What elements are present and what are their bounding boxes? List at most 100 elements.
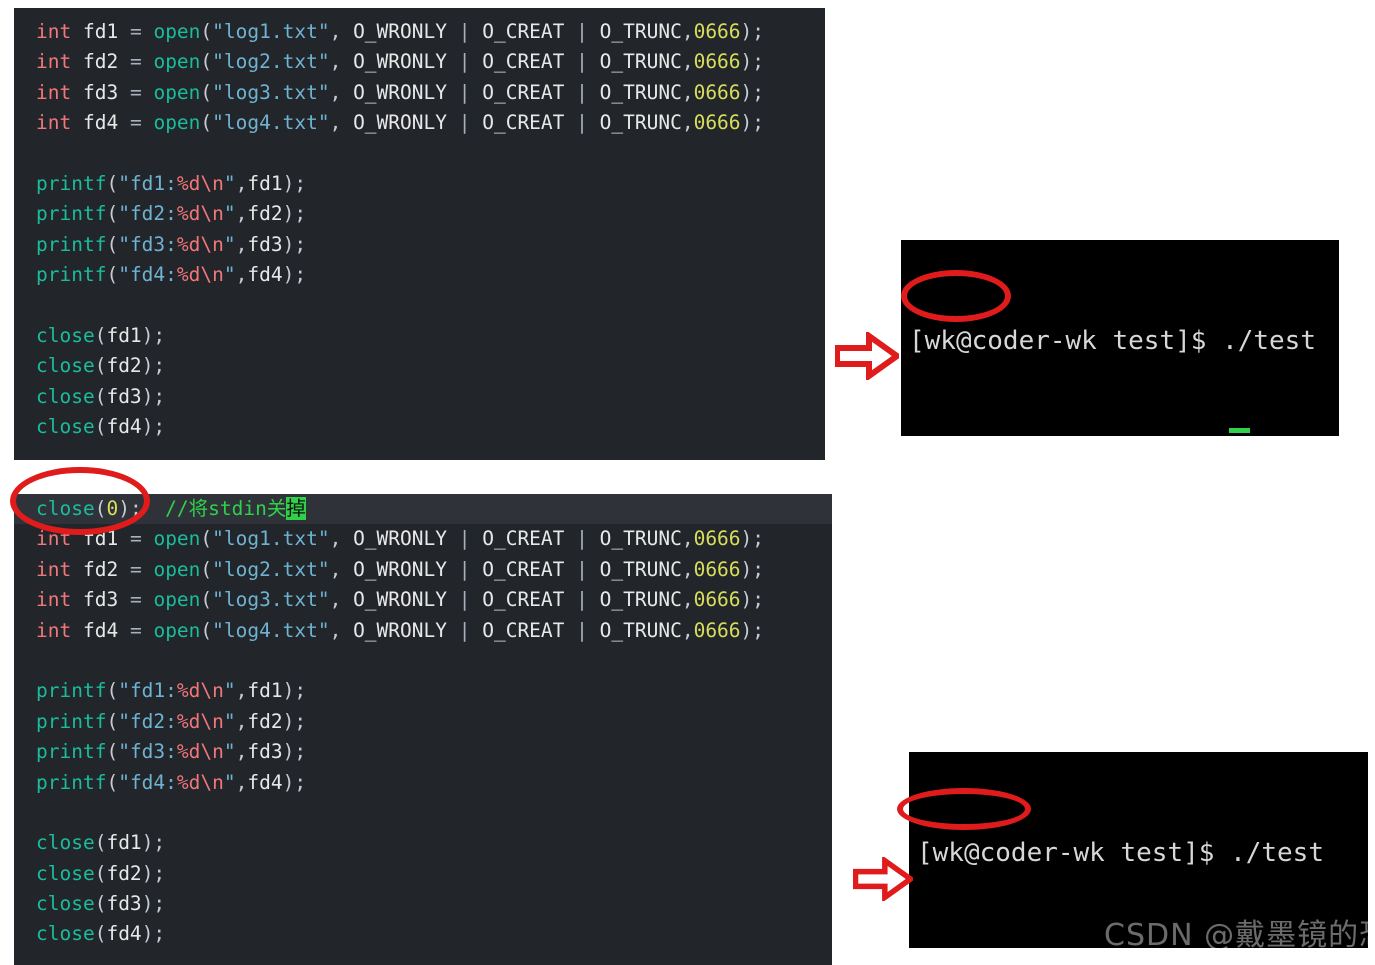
code-token-op: = [118,20,154,43]
code-token-punct: , [329,557,354,581]
code-token-macro: O_CREAT [482,527,565,551]
code-token-esc: %d [176,770,201,794]
code-line: printf("fd3:%d\n",fd3); [14,230,825,260]
code-token-esc: \n [200,770,224,794]
code-token-num: 0666 [693,588,741,612]
code-token-macro: O_TRUNC [599,111,682,135]
code-token-punct: ); [282,679,307,703]
code-token-fn: open [153,618,201,642]
code-editor-bottom[interactable]: close(0); //将stdin关掉 int fd1 = open("log1… [14,494,832,965]
code-token-str: "log2.txt" [212,557,330,581]
code-token-num: 0666 [693,557,741,581]
highlight-ellipse-fd1-3 [901,270,1011,322]
code-line: close(fd3); [14,889,832,919]
code-line: close(fd4); [14,919,832,949]
code-token-macro: O_TRUNC [599,80,682,104]
code-token-macro: O_CREAT [482,588,565,612]
code-token-fn: close [36,415,95,439]
terminal-prompt-line: [wk@coder-wk test]$ ./test [917,838,1324,868]
code-token-fn: printf [36,171,107,195]
code-token-punct: , [329,527,354,551]
code-token-kw: int [36,111,72,135]
code-line: int fd3 = open("log3.txt", O_WRONLY | O_… [14,78,825,108]
code-token-punct: ); [282,171,307,195]
code-token-op [71,588,83,611]
code-token-punct: ); [141,922,166,946]
arrow-right-bottom [853,857,913,901]
code-token-var: fd1 [247,171,283,195]
code-token-macro: O_TRUNC [599,50,682,74]
code-token-op: = [118,50,154,74]
terminal-window-bottom[interactable]: [wk@coder-wk test]$ ./test fd1:0 fd2:3 f… [909,752,1368,948]
code-token-str: "log1.txt" [212,20,330,43]
code-token-op: | [446,527,483,551]
code-token-fn: close [36,861,95,885]
code-token-esc: %d [176,232,201,256]
highlight-ellipse-close-0 [10,467,150,535]
code-token-punct: ); [282,709,307,733]
code-line: printf("fd4:%d\n",fd4); [14,260,825,290]
code-token-punct: ( [200,588,213,612]
code-token-var: fd3 [247,232,283,256]
code-token-op: | [446,618,483,642]
code-token-punct: ( [200,20,213,43]
code-token-punct: ); [282,202,307,226]
code-token-op: | [564,527,600,551]
code-token-num: 0666 [693,50,741,74]
code-token-fn: open [153,527,201,551]
code-token-esc: %d [176,171,201,195]
code-token-fn: open [153,557,201,581]
code-token-punct: ); [740,111,765,135]
code-line: int fd3 = open("log3.txt", O_WRONLY | O_… [14,585,832,615]
code-token-punct: ); [282,232,307,256]
code-token-esc: %d [176,202,201,226]
code-token-str: " [223,679,236,703]
code-token-str: "log4.txt" [212,111,330,135]
code-token-macro: O_WRONLY [353,50,447,74]
code-token-punct: , [681,618,694,642]
code-token-var: fd3 [106,384,142,408]
code-token-punct: , [329,588,354,612]
code-editor-top[interactable]: int fd1 = open("log1.txt", O_WRONLY | O_… [14,8,825,460]
code-token-kw: int [36,20,72,43]
code-token-fn: open [153,588,201,612]
code-token-fn: printf [36,263,107,287]
code-token-macro: O_CREAT [482,557,565,581]
code-token-punct: , [329,80,354,104]
code-token-num: 0666 [693,80,741,104]
code-line: int fd4 = open("log4.txt", O_WRONLY | O_… [14,108,825,138]
code-token-macro: O_WRONLY [353,588,447,612]
code-token-str: "fd1: [118,171,177,195]
code-token-punct: ); [141,354,166,378]
code-token-punct: , [235,171,248,195]
code-line: printf("fd4:%d\n",fd4); [14,768,832,798]
code-token-str: "log2.txt" [212,50,330,74]
code-token-cursor: 掉 [286,497,306,520]
code-line: close(fd1); [14,321,825,351]
code-token-var: fd4 [82,111,119,135]
code-token-esc: %d [176,740,201,764]
code-token-fn: printf [36,679,107,703]
code-token-macro: O_CREAT [482,50,565,74]
code-token-kw: int [36,588,72,612]
code-token-punct: ( [106,679,119,703]
code-token-punct: ); [141,323,166,347]
code-token-punct: ( [200,50,213,74]
code-token-punct: ( [94,323,107,347]
code-token-var: fd4 [247,263,283,287]
code-token-punct: , [681,588,694,612]
code-token-esc: \n [200,171,224,195]
terminal-window-top[interactable]: [wk@coder-wk test]$ ./test fd1:3 fd2:4 f… [901,240,1339,436]
code-token-comment: //将stdin关 [165,497,287,520]
code-token-str: "fd3: [118,740,177,764]
code-token-op: = [118,527,154,551]
highlight-ellipse-fd1-0 [897,788,1031,830]
code-token-esc: \n [200,740,224,764]
code-token-punct: ); [141,384,166,408]
code-token-num: 0666 [693,527,741,551]
code-line: close(fd1); [14,828,832,858]
code-token-fn: open [153,20,201,43]
code-token-punct: , [329,50,354,74]
